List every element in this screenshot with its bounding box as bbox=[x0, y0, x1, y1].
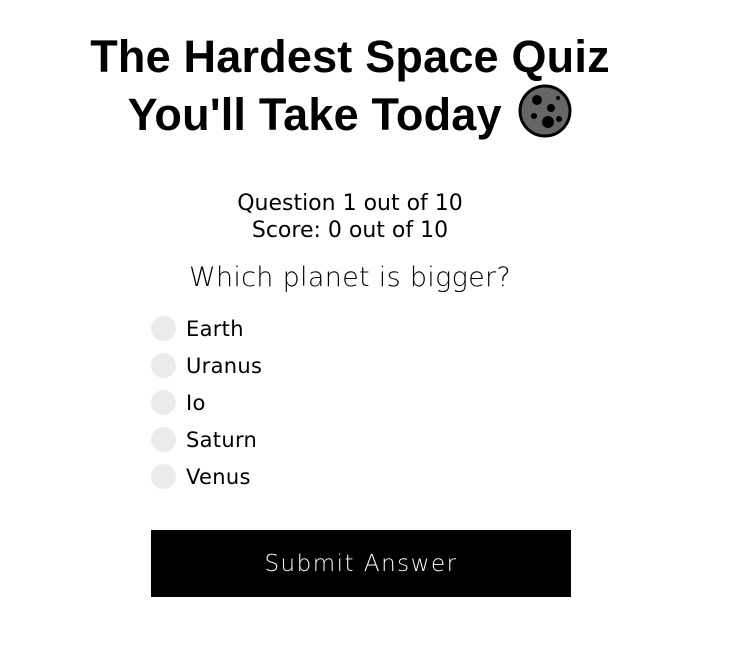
quiz-progress: Question 1 out of 10 Score: 0 out of 10 bbox=[150, 190, 550, 244]
option-label: Earth bbox=[186, 316, 244, 341]
score-counter: Score: 0 out of 10 bbox=[251, 218, 449, 243]
option-io[interactable]: Io bbox=[151, 384, 571, 421]
page-title: The Hardest Space Quiz You'll Take Today bbox=[60, 30, 640, 150]
option-label: Venus bbox=[186, 464, 251, 489]
question-counter: Question 1 out of 10 bbox=[237, 191, 463, 216]
moon-icon bbox=[518, 84, 572, 150]
option-label: Io bbox=[186, 390, 206, 415]
radio-button[interactable] bbox=[151, 353, 176, 378]
radio-button[interactable] bbox=[151, 390, 176, 415]
title-line-2: You'll Take Today bbox=[127, 89, 502, 140]
question-text: Which planet is bigger? bbox=[188, 262, 512, 293]
radio-button[interactable] bbox=[151, 316, 176, 341]
option-venus[interactable]: Venus bbox=[151, 458, 571, 495]
option-earth[interactable]: Earth bbox=[151, 310, 571, 347]
title-line-1: The Hardest Space Quiz bbox=[90, 31, 610, 82]
radio-button[interactable] bbox=[151, 427, 176, 452]
radio-button[interactable] bbox=[151, 464, 176, 489]
submit-answer-button[interactable]: Submit Answer bbox=[151, 530, 571, 597]
option-uranus[interactable]: Uranus bbox=[151, 347, 571, 384]
option-label: Saturn bbox=[186, 427, 258, 452]
answer-options: Earth Uranus Io Saturn Venus bbox=[151, 310, 571, 495]
option-label: Uranus bbox=[186, 353, 263, 378]
option-saturn[interactable]: Saturn bbox=[151, 421, 571, 458]
